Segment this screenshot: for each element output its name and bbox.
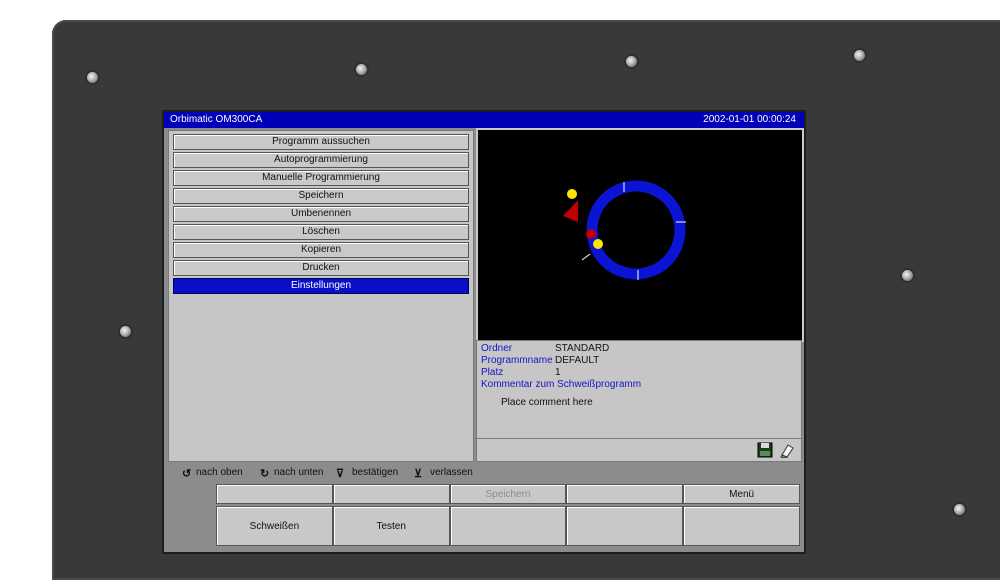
programmname-value: DEFAULT [555, 355, 600, 366]
icon-bar [476, 438, 802, 462]
screw-icon [87, 72, 98, 83]
menu-item-manuelle-programmierung[interactable]: Manuelle Programmierung [173, 170, 469, 186]
softkey-row-bottom: Schweißen Testen [216, 506, 800, 546]
softkey-row-top: Speichern Menü [216, 484, 800, 504]
ring-tick [581, 253, 591, 261]
ordner-label: Ordner [481, 343, 513, 354]
program-info: Ordner STANDARD Programmname DEFAULT Pla… [476, 340, 802, 440]
platz-row: Platz 1 [481, 367, 561, 378]
torch-sector-marker [563, 200, 578, 222]
orbital-ring-graphic [563, 180, 686, 280]
hint-leave: verlassen [430, 467, 473, 478]
screw-icon [854, 50, 865, 61]
comment-field[interactable]: Place comment here [501, 397, 593, 408]
ordner-row: Ordner STANDARD [481, 343, 609, 354]
key-hints: ↺ nach oben ↻ nach unten ⊽ bestätigen ⊻ … [168, 464, 800, 482]
weld-ring [586, 180, 686, 280]
screw-icon [356, 64, 367, 75]
torch-position-marker [586, 229, 596, 239]
title-bar: Orbimatic OM300CA 2002-01-01 00:00:24 [164, 112, 804, 128]
softkey-bottom-5[interactable] [683, 506, 800, 546]
softkey-bottom-4[interactable] [566, 506, 684, 546]
menu-softkey[interactable]: Menü [683, 484, 800, 504]
end-marker [593, 239, 603, 249]
window-title: Orbimatic OM300CA [170, 114, 263, 125]
screw-icon [902, 270, 913, 281]
hint-up: nach oben [196, 467, 243, 478]
ordner-value: STANDARD [555, 343, 610, 354]
menu-panel: Programm aussuchen Autoprogrammierung Ma… [168, 130, 474, 462]
clock: 2002-01-01 00:00:24 [703, 114, 796, 125]
screw-icon [954, 504, 965, 515]
softkey-top-4[interactable] [566, 484, 684, 504]
speichern-softkey[interactable]: Speichern [449, 484, 567, 504]
menu-item-umbenennen[interactable]: Umbenennen [173, 206, 469, 222]
hint-confirm: bestätigen [352, 467, 399, 478]
press-down-icon: ⊽ [336, 468, 345, 480]
control-screen: Orbimatic OM300CA 2002-01-01 00:00:24 Pr… [162, 110, 806, 554]
schweissen-button[interactable]: Schweißen [216, 506, 333, 546]
start-marker [567, 189, 577, 199]
menu-item-loeschen[interactable]: Löschen [173, 224, 469, 240]
menu-item-kopieren[interactable]: Kopieren [173, 242, 469, 258]
softkey-top-1[interactable] [216, 484, 333, 504]
floppy-disk-icon[interactable] [757, 442, 773, 458]
menu-item-drucken[interactable]: Drucken [173, 260, 469, 276]
testen-button[interactable]: Testen [332, 506, 450, 546]
menu-item-programm-aussuchen[interactable]: Programm aussuchen [173, 134, 469, 150]
kommentar-label: Kommentar zum Schweißprogramm [481, 379, 642, 390]
menu-item-einstellungen[interactable]: Einstellungen [173, 278, 469, 294]
screw-icon [120, 326, 131, 337]
lift-up-icon: ⊻ [414, 468, 423, 480]
platz-value: 1 [555, 367, 561, 378]
hint-down: nach unten [274, 467, 324, 478]
screw-icon [626, 56, 637, 67]
program-menu: Programm aussuchen Autoprogrammierung Ma… [173, 134, 469, 296]
platz-label: Platz [481, 367, 504, 378]
softkey-bottom-3[interactable] [449, 506, 567, 546]
menu-item-autoprogrammierung[interactable]: Autoprogrammierung [173, 152, 469, 168]
rotate-down-icon: ↻ [260, 468, 270, 480]
menu-item-speichern[interactable]: Speichern [173, 188, 469, 204]
weld-position-display [476, 128, 804, 342]
programmname-label: Programmname [481, 355, 553, 366]
programmname-row: Programmname DEFAULT [481, 355, 599, 366]
eraser-icon[interactable] [779, 442, 795, 458]
rotate-up-icon: ↺ [182, 468, 192, 480]
kommentar-row: Kommentar zum Schweißprogramm [481, 379, 641, 390]
softkey-top-2[interactable] [332, 484, 450, 504]
